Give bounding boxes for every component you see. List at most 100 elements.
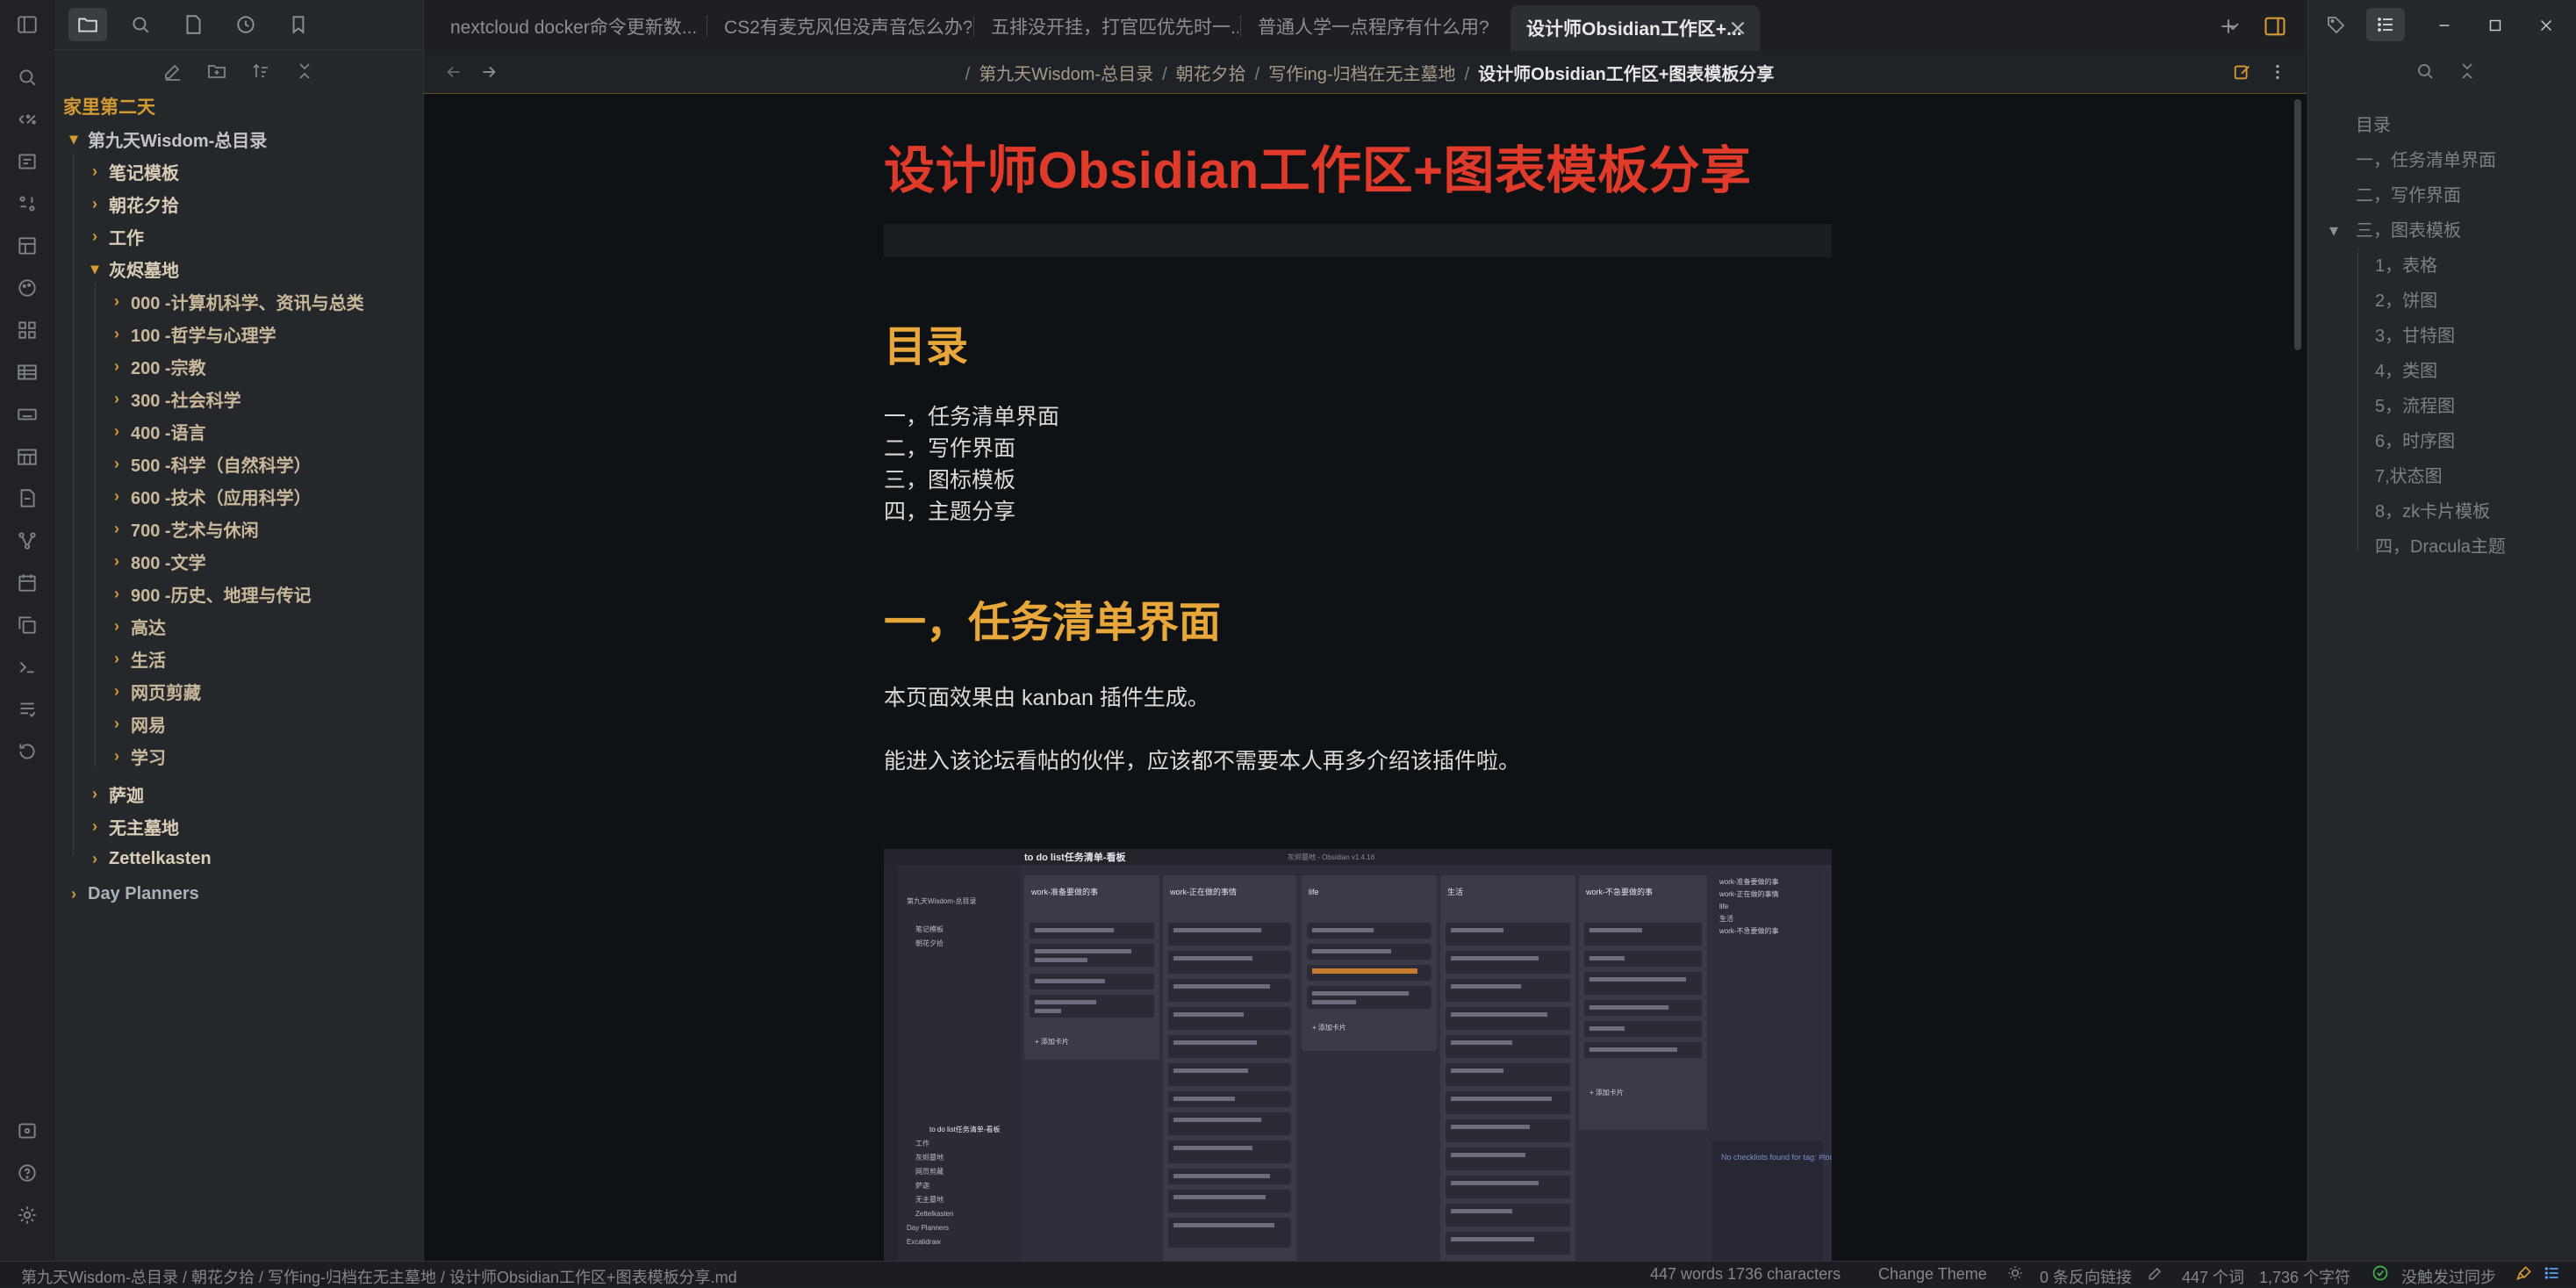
file-icon[interactable] <box>174 8 212 41</box>
status-file-path[interactable]: 第九天Wisdom-总目录 / 朝花夕拾 / 写作ing-归档在无主墓地 / 设… <box>21 1265 737 1288</box>
tab[interactable]: 五排没开挂，打官匹优先时一... <box>975 9 1238 44</box>
toc-item[interactable]: 二，写作界面 <box>884 431 1015 463</box>
scrollbar[interactable] <box>2294 99 2301 350</box>
status-sync[interactable]: 没触发过同步 <box>2401 1265 2496 1288</box>
tree-folder[interactable]: ▾ 灰烬墓地 <box>84 253 179 284</box>
tree-folder[interactable]: › 无主墓地 <box>84 810 179 842</box>
sidebar-toggle-icon[interactable] <box>11 9 43 40</box>
outline-item[interactable]: 四，Dracula主题 <box>2375 532 2506 558</box>
status-backlinks[interactable]: 0 条反向链接 <box>2040 1265 2132 1288</box>
percent-code-icon[interactable] <box>11 104 43 135</box>
breadcrumb-current[interactable]: 设计师Obsidian工作区+图表模板分享 <box>1478 65 1774 84</box>
tab[interactable]: CS2有麦克风但没声音怎么办? <box>708 9 972 44</box>
copy-icon[interactable] <box>11 609 43 641</box>
tree-folder[interactable]: › 700 -艺术与休闲 <box>106 513 259 544</box>
tree-folder[interactable]: › 生活 <box>106 643 166 674</box>
breadcrumb-item[interactable]: 朝花夕拾 <box>1176 65 1246 84</box>
tab[interactable]: 普通人学一点程序有什么用? <box>1242 9 1505 44</box>
outline-item[interactable]: 二，写作界面 <box>2356 181 2461 206</box>
outline-item[interactable]: 8，zk卡片模板 <box>2375 497 2490 522</box>
editor-pane[interactable]: 设计师Obsidian工作区+图表模板分享 目录 一，任务清单界面 二，写作界面… <box>424 94 2307 1261</box>
change-theme-button[interactable]: Change Theme <box>1878 1265 1987 1284</box>
collapse-all-icon[interactable] <box>290 56 319 86</box>
tree-folder[interactable]: › 300 -社会科学 <box>106 383 241 414</box>
tree-folder[interactable]: › 朝花夕拾 <box>84 188 179 219</box>
vault-switcher-icon[interactable] <box>11 1115 43 1147</box>
sort-icon[interactable] <box>246 56 276 86</box>
history-icon[interactable] <box>11 736 43 767</box>
help-icon[interactable] <box>11 1157 43 1189</box>
tree-folder[interactable]: › 200 -宗教 <box>106 350 206 382</box>
settings-gear-icon[interactable] <box>11 1199 43 1231</box>
minimize-icon[interactable] <box>2429 11 2459 40</box>
outline-item[interactable]: 4，类图 <box>2375 356 2437 382</box>
close-icon[interactable] <box>1726 17 1749 40</box>
outline-collapse-icon[interactable] <box>2452 56 2482 86</box>
note-title[interactable]: 设计师Obsidian工作区+图表模板分享 <box>884 129 1832 203</box>
palette-icon[interactable] <box>11 272 43 304</box>
tree-folder[interactable]: › 网易 <box>106 708 166 739</box>
new-note-icon[interactable] <box>158 56 188 86</box>
outline-item[interactable]: 2，饼图 <box>2375 286 2437 312</box>
tree-folder[interactable]: › 高达 <box>106 610 166 642</box>
tree-folder[interactable]: › 800 -文学 <box>106 545 206 577</box>
outline-search-icon[interactable] <box>2410 56 2440 86</box>
paragraph[interactable]: 能进入该论坛看帖的伙伴，应该都不需要本人再多介绍该插件啦。 <box>884 744 1520 775</box>
tree-folder[interactable]: › 网页剪藏 <box>106 675 201 707</box>
grid-icon[interactable] <box>11 314 43 346</box>
slides-icon[interactable] <box>11 146 43 177</box>
tab-list-chevron-down-icon[interactable] <box>2217 11 2249 42</box>
outline-item[interactable]: 6，时序图 <box>2375 427 2455 452</box>
checklist-icon[interactable] <box>11 694 43 725</box>
breadcrumb-item[interactable]: 第九天Wisdom-总目录 <box>979 65 1153 84</box>
sync-check-icon[interactable] <box>2371 1264 2389 1286</box>
search-tab-icon[interactable] <box>121 8 160 41</box>
file-copy-icon[interactable] <box>11 483 43 514</box>
pencil-icon[interactable] <box>2147 1264 2164 1286</box>
clock-icon[interactable] <box>226 8 265 41</box>
tree-folder[interactable]: › 500 -科学（自然科学） <box>106 448 312 479</box>
tree-folder[interactable]: › 学习 <box>106 740 166 772</box>
tree-folder[interactable]: › 工作 <box>84 220 144 252</box>
heading-toc[interactable]: 目录 <box>884 312 968 373</box>
tree-folder[interactable]: › 笔记模板 <box>84 155 179 187</box>
right-sidebar-toggle-icon[interactable] <box>2259 11 2291 42</box>
tree-folder[interactable]: › Day Planners <box>63 878 199 910</box>
keyboard-icon[interactable] <box>11 399 43 430</box>
outline-item[interactable]: 1，表格 <box>2375 251 2437 277</box>
vault-name[interactable]: 家里第二天 <box>63 93 155 119</box>
tree-folder[interactable]: › 900 -历史、地理与传记 <box>106 578 312 609</box>
outline-item-expanded[interactable]: ▾ 三，图表模板 <box>2329 216 2461 241</box>
tree-folder[interactable]: › 400 -语言 <box>106 415 206 447</box>
new-folder-icon[interactable] <box>202 56 232 86</box>
outline-item[interactable]: 一，任务清单界面 <box>2356 146 2496 171</box>
brush-icon[interactable] <box>2515 1264 2533 1286</box>
tree-folder-wisdom[interactable]: ▾ 第九天Wisdom-总目录 <box>63 123 267 155</box>
folder-icon[interactable] <box>68 8 107 41</box>
calendar-grid-icon[interactable] <box>11 441 43 472</box>
outline-item[interactable]: 7,状态图 <box>2375 462 2443 487</box>
tab[interactable]: nextcloud docker命令更新数... <box>434 9 705 44</box>
outline-list-icon[interactable] <box>2366 8 2405 41</box>
heading-section-1[interactable]: 一，任务清单界面 <box>884 587 1221 649</box>
outline-item[interactable]: 目录 <box>2356 111 2391 136</box>
search-icon[interactable] <box>11 61 43 93</box>
toc-item[interactable]: 四，主题分享 <box>884 494 1015 526</box>
terminal-icon[interactable] <box>11 651 43 683</box>
calendar-icon[interactable] <box>11 567 43 599</box>
bookmark-icon[interactable] <box>279 8 318 41</box>
table-icon[interactable] <box>11 356 43 388</box>
maximize-icon[interactable] <box>2480 11 2510 40</box>
graph-icon[interactable] <box>11 525 43 557</box>
layout-icon[interactable] <box>11 230 43 262</box>
more-options-icon[interactable] <box>2264 58 2292 86</box>
tree-folder[interactable]: › 600 -技术（应用科学） <box>106 480 312 512</box>
list-icon[interactable] <box>2544 1264 2561 1286</box>
toc-item[interactable]: 一，任务清单界面 <box>884 399 1059 431</box>
toc-item[interactable]: 三，图标模板 <box>884 463 1015 494</box>
sun-icon[interactable] <box>2006 1264 2024 1286</box>
dice-icon[interactable] <box>11 188 43 219</box>
tree-folder[interactable]: › 萨迦 <box>84 778 144 809</box>
tab-active[interactable]: 设计师Obsidian工作区+... <box>1510 5 1760 51</box>
breadcrumb-item[interactable]: 写作ing-归档在无主墓地 <box>1268 65 1455 84</box>
